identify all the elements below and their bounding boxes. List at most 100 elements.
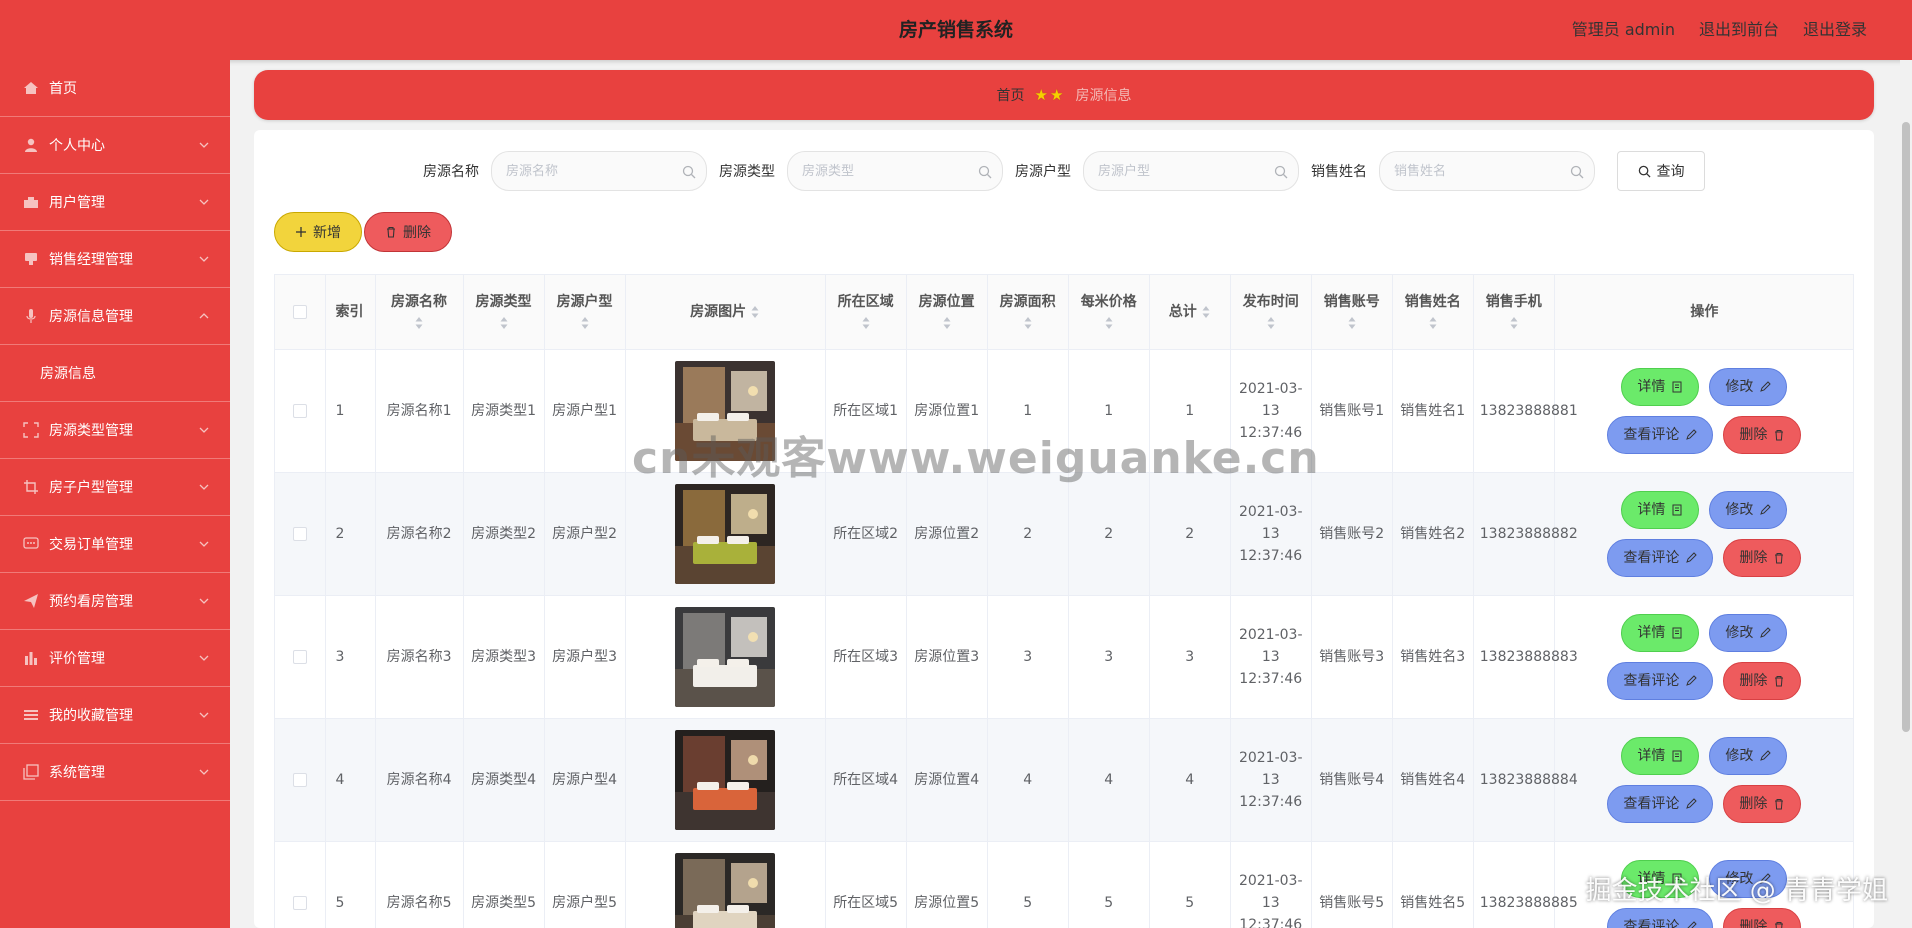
listing-photo[interactable] (675, 852, 776, 928)
view-reviews-button[interactable]: 查看评论 (1607, 907, 1714, 928)
search-sales-name-input[interactable] (1380, 152, 1594, 190)
edit-button[interactable]: 修改 (1709, 736, 1788, 775)
main-content: 房源名称 房源类型 房源户型 销售姓名 查询 新增 (254, 130, 1874, 928)
col-header-label: 发布时间 (1242, 294, 1299, 311)
sidebar-item-house-layout[interactable]: 房子户型管理 (0, 459, 230, 516)
row-checkbox[interactable] (292, 526, 307, 541)
table-row[interactable]: 1 房源名称1 房源类型1 房源户型1 所在区域1 房源位置1 1 1 1 2021-03-13 … (275, 349, 1853, 473)
sidebar-item-viewings[interactable]: 预约看房管理 (0, 573, 230, 630)
sidebar-item-label: 交易订单管理 (49, 537, 133, 553)
cell-district: 所在区域2 (825, 472, 907, 596)
table-row[interactable]: 4 房源名称4 房源类型4 房源户型4 所在区域4 房源位置4 4 4 4 2021-03-13 … (275, 718, 1853, 842)
sidebar-subitem-listing-info[interactable]: 房源信息 (0, 345, 230, 402)
cell-index: 4 (325, 718, 376, 842)
cell-ops: 详情 修改查看评论 删除 (1554, 841, 1853, 928)
cell-sales-account: 销售账号1 (1311, 349, 1393, 473)
scrollbar-thumb[interactable] (1902, 122, 1910, 732)
sidebar-item-listing-type[interactable]: 房源类型管理 (0, 402, 230, 459)
search-sales-name-field[interactable] (1379, 151, 1595, 191)
listing-photo[interactable] (675, 606, 776, 707)
view-reviews-label: 查看评论 (1623, 426, 1680, 443)
batch-delete-label: 删除 (403, 225, 431, 241)
detail-button[interactable]: 详情 (1621, 490, 1700, 529)
detail-button[interactable]: 详情 (1621, 736, 1700, 775)
view-reviews-button[interactable]: 查看评论 (1607, 784, 1714, 823)
listing-photo[interactable] (675, 483, 776, 584)
col-header-label: 房源面积 (999, 294, 1056, 311)
search-layout-field[interactable] (1083, 151, 1299, 191)
row-select-cell (275, 349, 326, 473)
edit-button[interactable]: 修改 (1709, 490, 1788, 529)
trash-icon (387, 226, 395, 238)
sidebar-item-personal-center[interactable]: 个人中心 (0, 117, 230, 174)
breadcrumb-home[interactable]: 首页 (997, 85, 1025, 105)
edit-button-label: 修改 (1725, 747, 1754, 764)
sidebar-item-user-management[interactable]: 用户管理 (0, 174, 230, 231)
sidebar-item-listing-management[interactable]: 房源信息管理 (0, 288, 230, 345)
view-reviews-button[interactable]: 查看评论 (1607, 661, 1714, 700)
row-checkbox[interactable] (292, 649, 307, 664)
page-scrollbar[interactable] (1900, 60, 1912, 928)
detail-button[interactable]: 详情 (1621, 613, 1700, 652)
pencil-icon (1760, 626, 1772, 638)
col-header-sales-account[interactable]: 销售账号 (1311, 275, 1393, 350)
edit-button[interactable]: 修改 (1709, 859, 1788, 898)
col-header-sales-name[interactable]: 销售姓名 (1392, 275, 1474, 350)
col-header-publish-time[interactable]: 发布时间 (1230, 275, 1312, 350)
sidebar-item-system[interactable]: 系统管理 (0, 744, 230, 801)
row-checkbox[interactable] (292, 895, 307, 910)
cell-ops: 详情 修改查看评论 删除 (1554, 349, 1853, 473)
exit-to-front-link[interactable]: 退出到前台 (1699, 0, 1779, 60)
table-row[interactable]: 2 房源名称2 房源类型2 房源户型2 所在区域2 房源位置2 2 2 2 2021-03-13 … (275, 472, 1853, 596)
sidebar-item-reviews[interactable]: 评价管理 (0, 630, 230, 687)
detail-button[interactable]: 详情 (1621, 367, 1700, 406)
cell-layout: 房源户型4 (544, 718, 626, 842)
search-type-field[interactable] (787, 151, 1003, 191)
listing-photo[interactable] (675, 360, 776, 461)
delete-button[interactable]: 删除 (1723, 907, 1802, 928)
col-header-image[interactable]: 房源图片 (625, 275, 826, 350)
edit-button[interactable]: 修改 (1709, 613, 1788, 652)
logout-link[interactable]: 退出登录 (1803, 0, 1867, 60)
view-reviews-button[interactable]: 查看评论 (1607, 538, 1714, 577)
col-header-layout[interactable]: 房源户型 (544, 275, 626, 350)
sidebar-item-sales-manager[interactable]: 销售经理管理 (0, 231, 230, 288)
col-header-location[interactable]: 房源位置 (906, 275, 988, 350)
delete-button[interactable]: 删除 (1723, 784, 1802, 823)
col-header-district[interactable]: 所在区域 (825, 275, 907, 350)
document-icon (1672, 750, 1682, 761)
delete-button[interactable]: 删除 (1723, 415, 1802, 454)
edit-button[interactable]: 修改 (1709, 367, 1788, 406)
view-reviews-button[interactable]: 查看评论 (1607, 415, 1714, 454)
detail-button-label: 详情 (1637, 501, 1666, 518)
delete-button[interactable]: 删除 (1723, 661, 1802, 700)
view-reviews-label: 查看评论 (1623, 672, 1680, 689)
listing-photo[interactable] (675, 729, 776, 830)
col-header-price[interactable]: 每米价格 (1068, 275, 1150, 350)
sidebar-item-favorites[interactable]: 我的收藏管理 (0, 687, 230, 744)
col-header-sales-phone[interactable]: 销售手机 (1473, 275, 1555, 350)
table-row[interactable]: 3 房源名称3 房源类型3 房源户型3 所在区域3 房源位置3 3 3 3 2021-03-13 … (275, 595, 1853, 719)
batch-delete-button[interactable]: 删除 (364, 212, 452, 252)
col-header-label: 总计 (1168, 303, 1197, 320)
row-checkbox[interactable] (292, 772, 307, 787)
detail-button[interactable]: 详情 (1621, 859, 1700, 898)
search-name-field[interactable] (491, 151, 707, 191)
sidebar-item-home[interactable]: 首页 (0, 60, 230, 117)
search-name-input[interactable] (492, 152, 706, 190)
row-checkbox[interactable] (292, 403, 307, 418)
sort-icon (1024, 317, 1032, 330)
col-header-name[interactable]: 房源名称 (375, 275, 464, 350)
cell-sales-name: 销售姓名3 (1392, 595, 1474, 719)
search-type-input[interactable] (788, 152, 1002, 190)
col-header-area[interactable]: 房源面积 (987, 275, 1069, 350)
add-button[interactable]: 新增 (274, 212, 362, 252)
delete-button[interactable]: 删除 (1723, 538, 1802, 577)
query-button[interactable]: 查询 (1617, 151, 1705, 191)
col-header-type[interactable]: 房源类型 (463, 275, 545, 350)
table-row[interactable]: 5 房源名称5 房源类型5 房源户型5 所在区域5 房源位置5 5 5 5 2021-03-13 … (275, 841, 1853, 928)
select-all-checkbox[interactable] (292, 304, 307, 319)
sidebar-item-orders[interactable]: 交易订单管理 (0, 516, 230, 573)
col-header-total[interactable]: 总计 (1149, 275, 1231, 350)
search-layout-input[interactable] (1084, 152, 1298, 190)
